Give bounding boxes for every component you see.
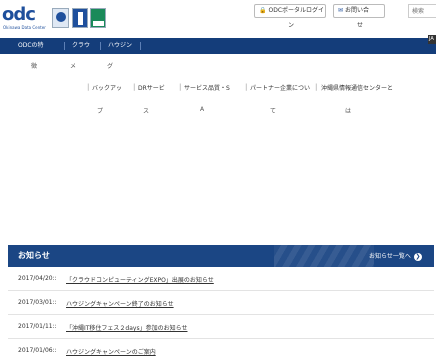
submenu-divider: | — [315, 83, 318, 91]
news-date: 2017/01/06:: — [18, 347, 57, 354]
news-date: 2017/04/20:: — [18, 275, 57, 282]
nav-wrap-char: 徴 — [31, 63, 38, 70]
mail-icon: ✉ — [338, 7, 344, 14]
news-item: 2017/01/11:: 「沖縄IT移住フェス２days」参加のお知らせ — [8, 315, 434, 339]
odc-logo[interactable]: odc Okinawa Data Center — [2, 4, 46, 31]
jdcc-badge-icon — [90, 8, 106, 28]
contact-button[interactable]: ✉ お問い合 — [333, 4, 385, 18]
nav-wrap-char: グ — [107, 63, 114, 70]
submenu-item-sla[interactable]: サービス品質・S — [184, 83, 230, 92]
news-item: 2017/03/01:: ハウジングキャンペーン終了のお知らせ — [8, 291, 434, 315]
contact-label: お問い合 — [345, 7, 370, 14]
nav-wrap-char: メ — [70, 63, 77, 70]
submenu-item-backup[interactable]: バックアッ — [92, 83, 122, 92]
nav-divider — [100, 42, 101, 50]
submenu-wrap-char: A — [200, 106, 205, 113]
news-item: 2017/01/06:: ハウジングキャンペーンのご案内 — [8, 339, 434, 358]
logo-text: odc — [2, 4, 36, 25]
portal-login-button[interactable]: 🔒 ODCポータルログイ — [254, 4, 326, 18]
news-section-header: お知らせ お知らせ一覧へ ❯ — [8, 245, 434, 267]
news-link[interactable]: 「沖縄IT移住フェス２days」参加のお知らせ — [66, 323, 187, 332]
nav-item-cloud[interactable]: クラウ — [72, 41, 90, 51]
submenu-wrap-char: プ — [97, 108, 104, 115]
portal-login-label-wrap: ン — [288, 22, 295, 29]
main-nav: ODCの特 クラウ ハウジン — [0, 38, 436, 54]
site-header: odc Okinawa Data Center 🔒 ODCポータルログイ ン ✉ お… — [0, 0, 436, 38]
submenu-wrap-char: て — [270, 108, 277, 115]
lock-icon: 🔒 — [259, 7, 267, 14]
nav-divider — [64, 42, 65, 50]
submenu-divider: | — [87, 83, 90, 91]
submenu-divider: | — [133, 83, 136, 91]
certification-badge-icon — [52, 8, 69, 28]
news-list-link[interactable]: お知らせ一覧へ ❯ — [369, 251, 422, 261]
news-date: 2017/03/01:: — [18, 299, 57, 306]
submenu-wrap-char: ス — [143, 108, 150, 115]
page: odc Okinawa Data Center 🔒 ODCポータルログイ ン ✉ お… — [0, 0, 436, 358]
news-link[interactable]: ハウジングキャンペーンのご案内 — [66, 347, 156, 356]
arrow-right-icon: ❯ — [413, 252, 422, 261]
submenu-wrap-char: は — [345, 108, 352, 115]
news-link[interactable]: 「クラウドコンピューティングEXPO」出展のお知らせ — [66, 275, 214, 284]
nav-item-features[interactable]: ODCの特 — [18, 41, 44, 51]
news-list-label: お知らせ一覧へ — [369, 253, 411, 260]
news-link[interactable]: ハウジングキャンペーン終了のお知らせ — [66, 299, 174, 308]
submenu-item-dr[interactable]: DRサービ — [138, 83, 165, 92]
submenu-divider: | — [179, 83, 182, 91]
submenu-item-okinawa-center[interactable]: 沖縄県情報通信センターと — [321, 83, 393, 92]
search-input[interactable] — [408, 4, 436, 18]
submenu-item-partners[interactable]: パートナー企業につい — [250, 83, 310, 92]
portal-login-label: ODCポータルログイ — [268, 7, 325, 14]
news-date: 2017/01/11:: — [18, 323, 57, 330]
news-title: お知らせ — [18, 251, 50, 260]
nav-divider — [140, 42, 141, 50]
news-item: 2017/04/20:: 「クラウドコンピューティングEXPO」出展のお知らせ — [8, 267, 434, 291]
nav-item-housing[interactable]: ハウジン — [108, 41, 132, 51]
decorative-stripes — [274, 245, 374, 267]
contact-label-wrap: せ — [357, 22, 364, 29]
logo-subtext: Okinawa Data Center — [3, 25, 46, 30]
submenu-divider: | — [245, 83, 248, 91]
certification-badge-icon — [72, 8, 88, 28]
language-toggle[interactable]: JA — [428, 35, 436, 44]
